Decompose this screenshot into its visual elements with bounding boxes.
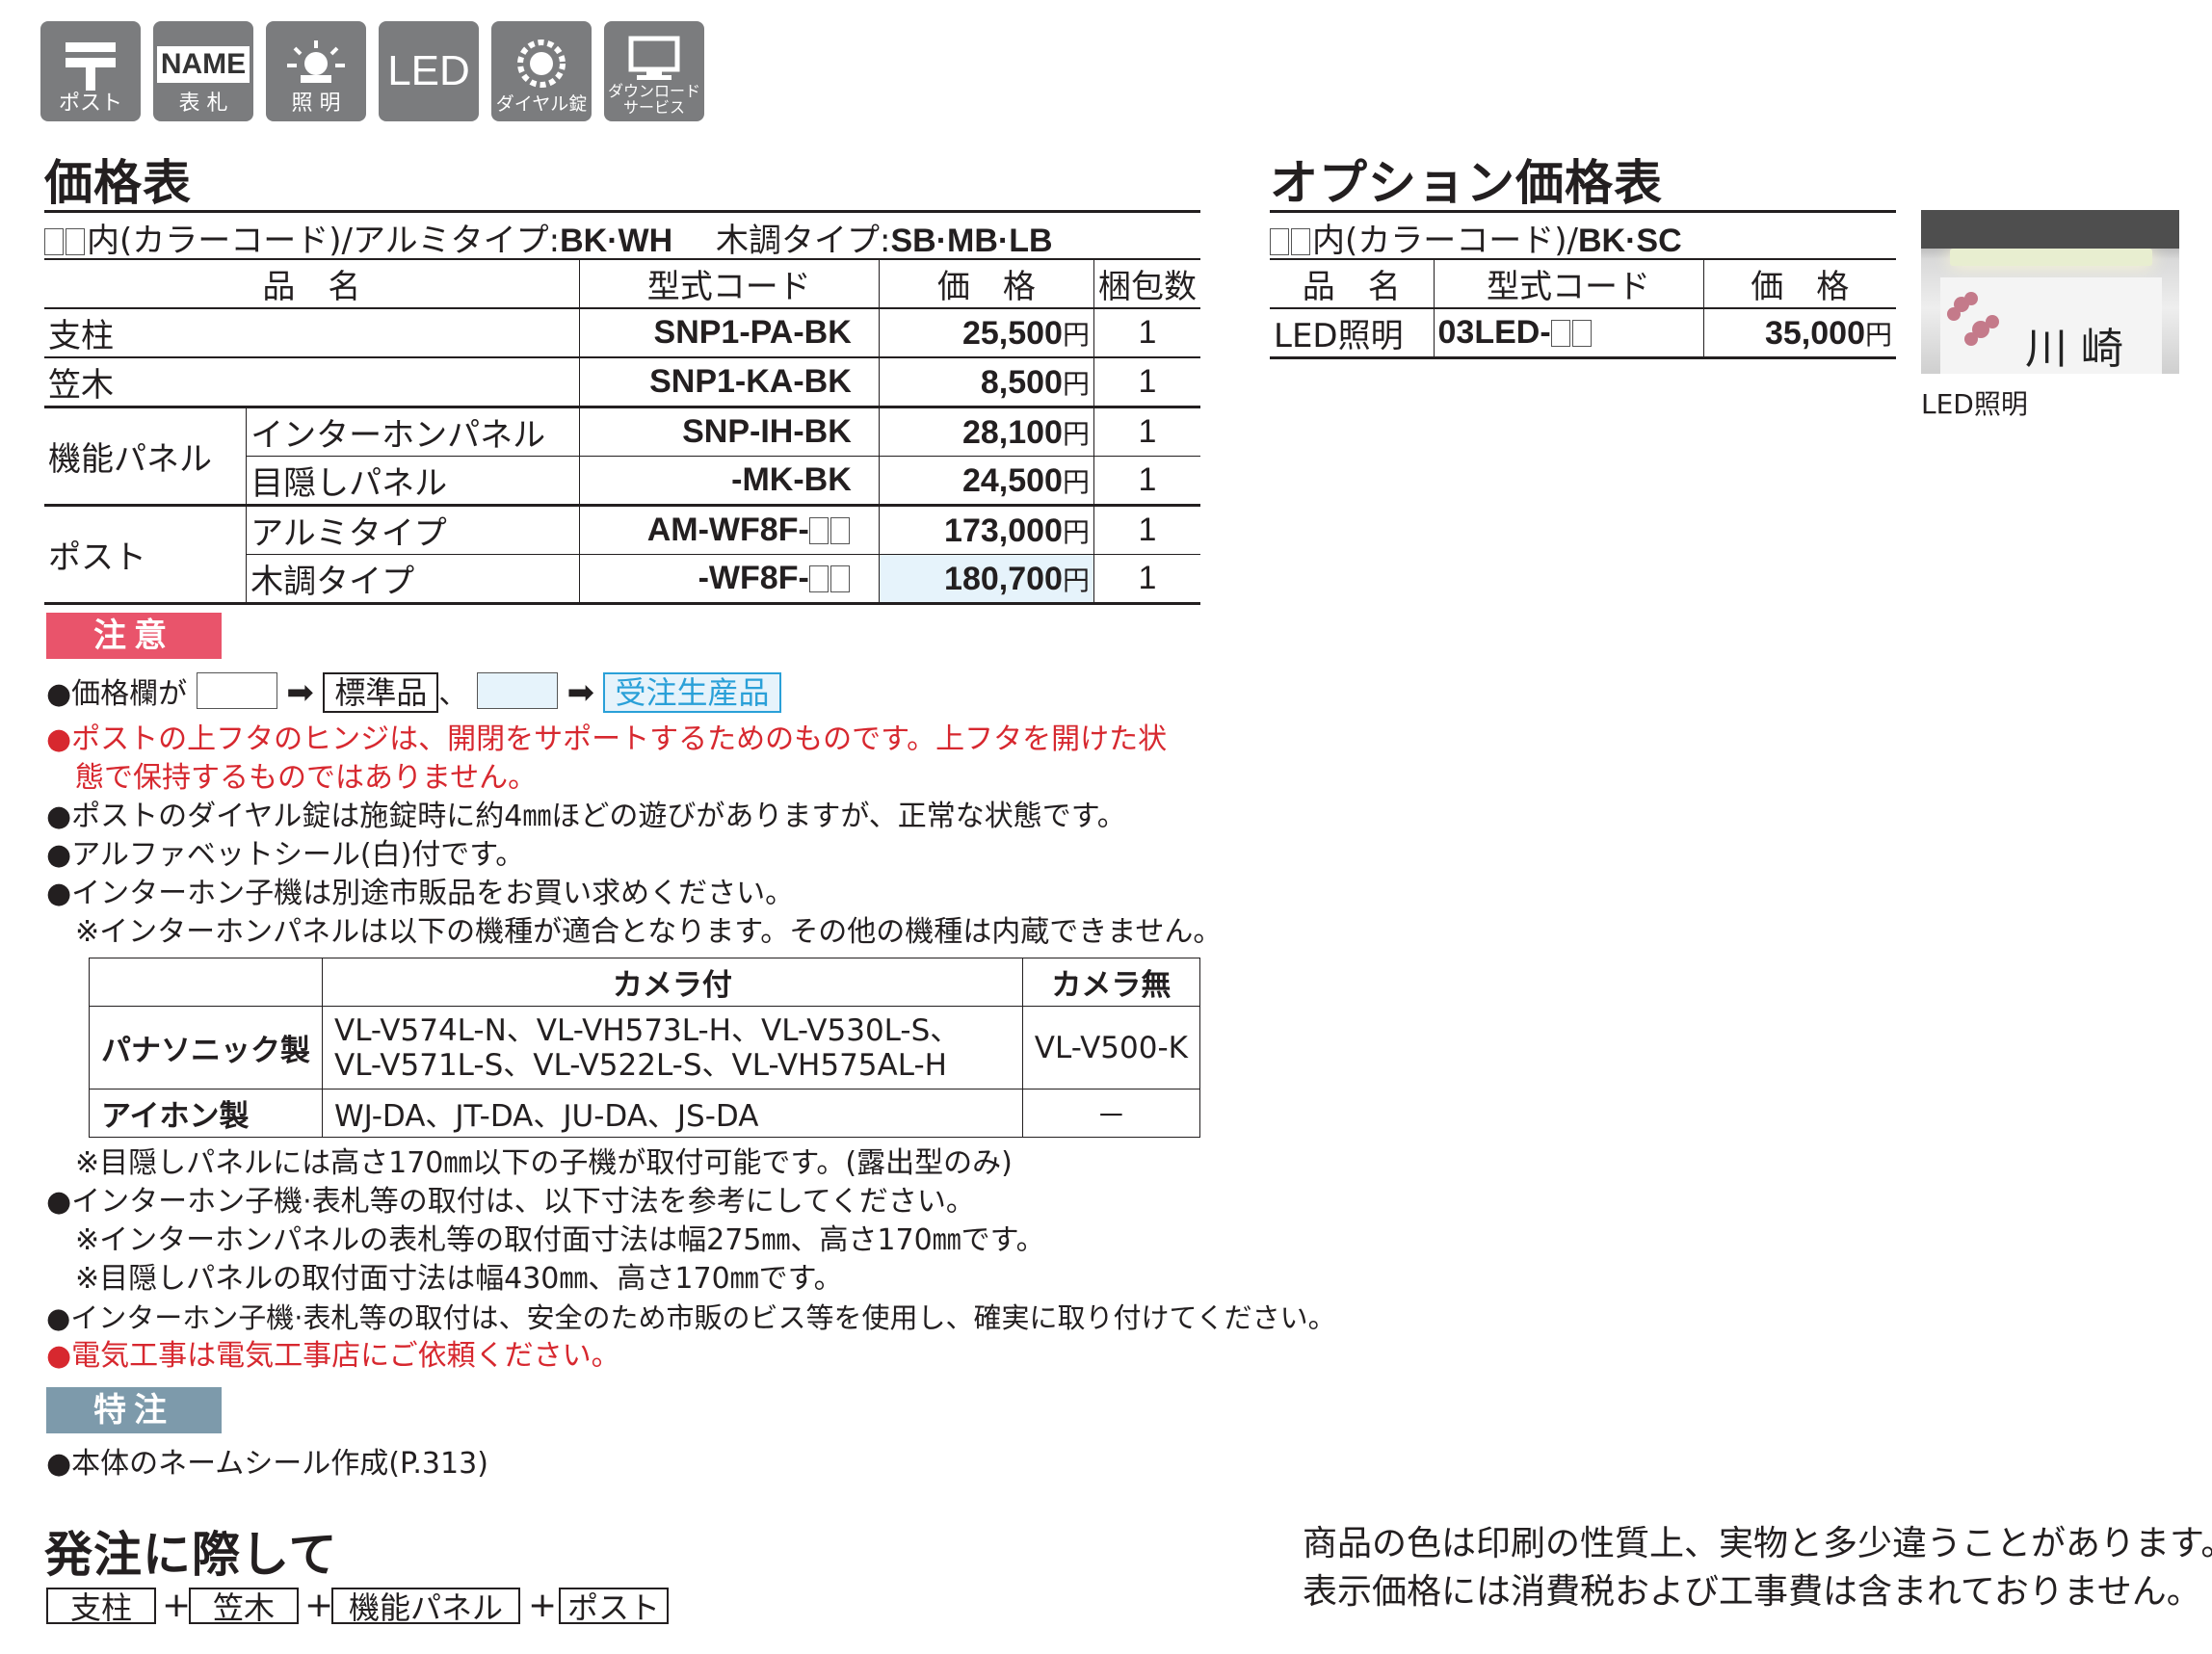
note-line: ●アルファベットシール(白)付です。 [46, 838, 525, 872]
table-row: 笠木 SNP1-KA-BK 8,500円 1 [44, 357, 1200, 407]
lighting-icon: 照 明 [266, 21, 366, 121]
note-line: ※インターホンパネルの表札等の取付面寸法は幅275㎜、高さ170㎜です。 [46, 1223, 1045, 1257]
note-line: ●インターホン子機·表札等の取付は、以下寸法を参考にしてください。 [46, 1185, 975, 1219]
caution-tag: 注意 [46, 613, 222, 659]
dial-lock-icon: ダイヤル錠 [491, 21, 592, 121]
led-icon: LED [379, 21, 479, 121]
note-line: ※目隠しパネルには高さ170㎜以下の子機が取付可能です。(露出型のみ) [46, 1146, 1013, 1180]
post-icon: ポスト [40, 21, 141, 121]
note-line: 態で保持するものではありません。 [46, 761, 538, 795]
flower-icon [1947, 292, 1999, 346]
order-item-cap: 笠木 [189, 1588, 299, 1626]
table-row: ポスト アルミタイプ AM-WF8F- 173,000円 1 [44, 505, 1200, 605]
ordering-title: 発注に際して [44, 1527, 338, 1583]
option-table-header: 品 名 型式コード 価 格 [1270, 259, 1896, 308]
table-row: 支柱 SNP1-PA-BK 25,500円 1 [44, 308, 1200, 357]
option-table-title: オプション価格表 [1270, 155, 1663, 211]
name-plate-icon: NAME 表 札 [153, 21, 253, 121]
order-item-mailbox: ポスト [559, 1588, 669, 1626]
note-line: ※インターホンパネルは以下の機種が適合となります。その他の機種は内蔵できません。 [46, 915, 1223, 949]
table-row: パナソニック製 VL-V574L-N、VL-VH573L-H、VL-V530L-… [89, 1006, 1201, 1090]
led-lighting-photo: 川 崎 [1921, 210, 2179, 374]
special-order-tag: 特注 [46, 1387, 222, 1433]
option-table: 品 名 型式コード 価 格 LED照明 03LED- 35,000円 [1270, 258, 1896, 359]
order-item-panel: 機能パネル [331, 1588, 520, 1626]
option-subtitle: 内(カラーコード)/BK·SC [1270, 214, 1682, 261]
photo-caption: LED照明 [1921, 388, 2028, 420]
note-line: ●ポストの上フタのヒンジは、開閉をサポートするためのものです。上フタを開けた状 [46, 722, 1168, 756]
price-table-title: 価格表 [44, 155, 192, 211]
price-subtitle: 内(カラーコード)/アルミタイプ:BK·WH 木調タイプ:SB·MB·LB [44, 214, 1053, 261]
note-line: ●ポストのダイヤル錠は施錠時に約4㎜ほどの遊びがありますが、正常な状態です。 [46, 800, 1126, 833]
table-row: LED照明 03LED- 35,000円 [1270, 308, 1896, 358]
note-line: ●インターホン子機は別途市販品をお買い求めください。 [46, 877, 795, 910]
special-order-line: ●本体のネームシール作成(P.313) [46, 1447, 488, 1481]
note-line: ●インターホン子機·表札等の取付は、安全のため市販のビス等を使用し、確実に取り付… [46, 1301, 1336, 1334]
price-table: 品 名 型式コード 価 格 梱包数 支柱 SNP1-PA-BK 25,500円 … [44, 258, 1200, 605]
note-line: ※目隠しパネルの取付面寸法は幅430㎜、高さ170㎜です。 [46, 1262, 843, 1296]
table-row: アイホン製 WJ-DA、JT-DA、JU-DA、JS-DA － [89, 1089, 1201, 1138]
order-item-post: 支柱 [46, 1588, 156, 1626]
price-table-header: 品 名 型式コード 価 格 梱包数 [44, 259, 1200, 308]
note-line: ●電気工事は電気工事店にご依頼ください。 [46, 1339, 620, 1373]
disclaimer: 商品の色は印刷の性質上、実物と多少違うことがあります。 表示価格には消費税および… [1303, 1524, 2212, 1612]
table-row: 機能パネル インターホンパネル SNP-IH-BK 28,100円 1 [44, 407, 1200, 507]
price-legend: ●価格欄が ➡ 標準品、 ➡ 受注生産品 [46, 672, 781, 714]
download-service-icon: ダウンロード サービス [604, 21, 704, 121]
intercom-table: カメラ付 カメラ無 パナソニック製 VL-V574L-N、VL-VH573L-H… [89, 958, 1201, 1138]
